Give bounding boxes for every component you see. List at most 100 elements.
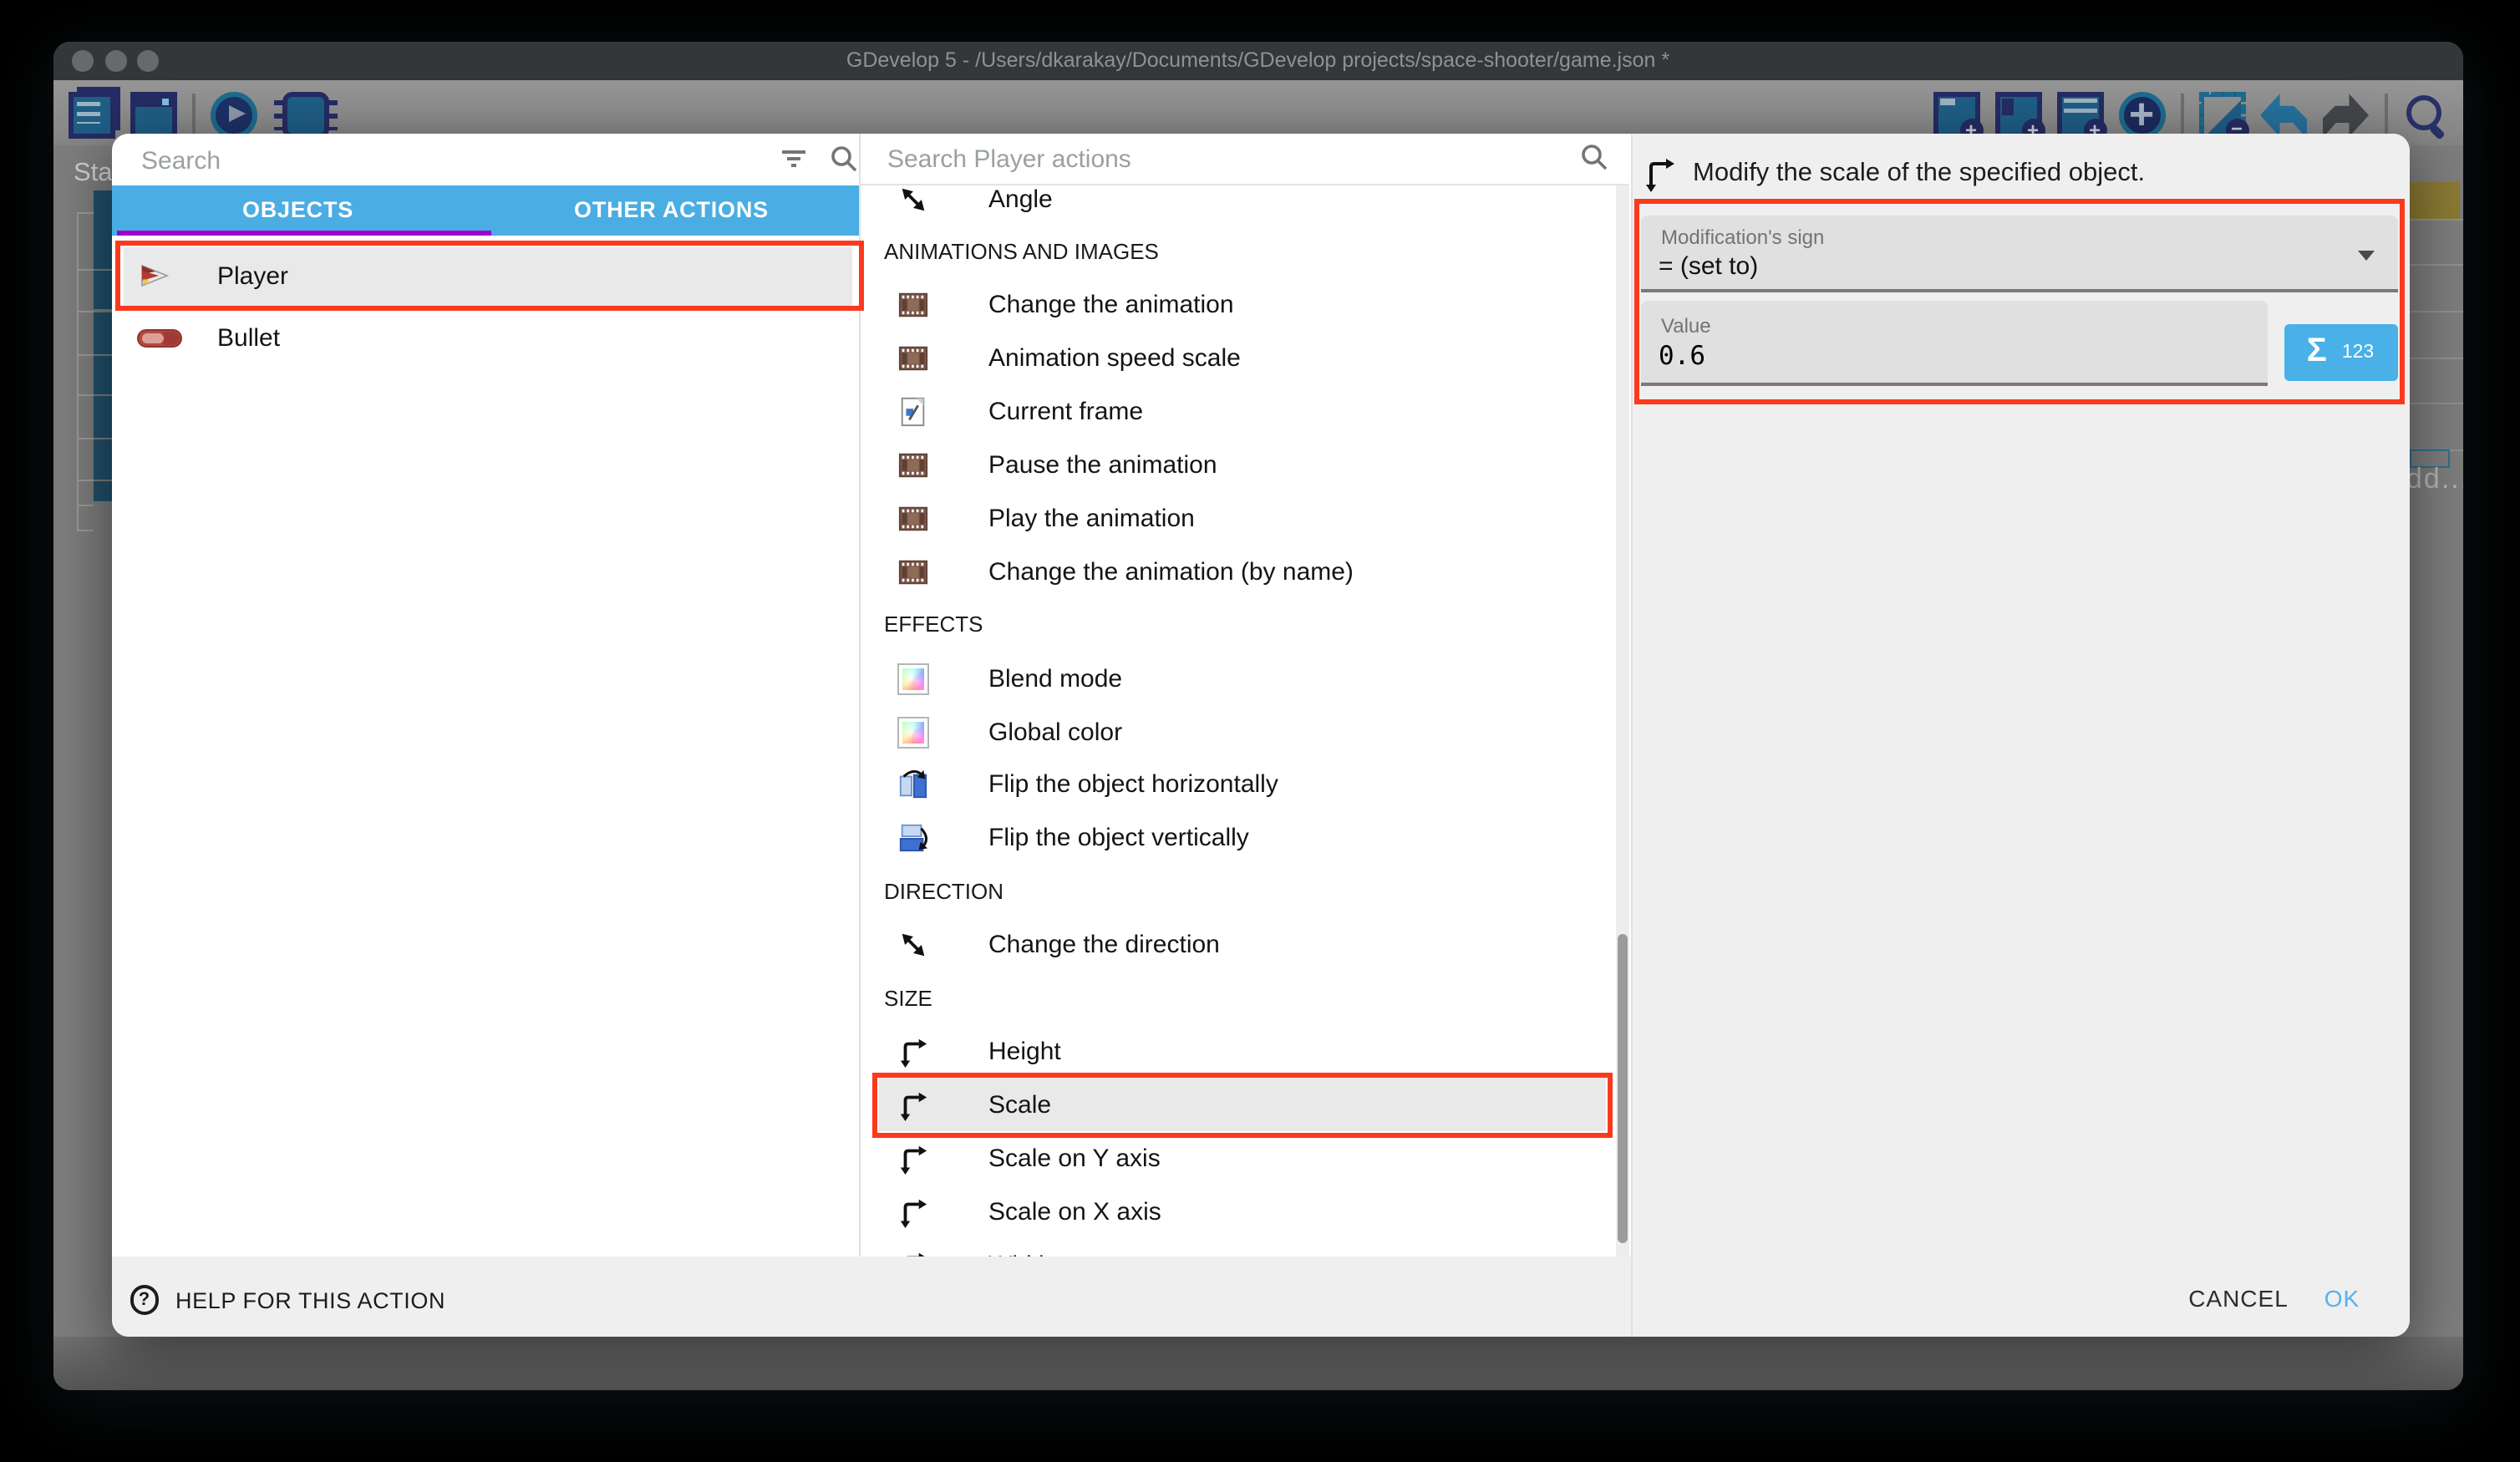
- help-button-label: HELP FOR THIS ACTION: [175, 1287, 445, 1312]
- action-item-label: Width: [988, 1251, 1053, 1256]
- add-external-events-icon[interactable]: [1994, 92, 2041, 139]
- expression-123-badge: 123: [2342, 343, 2374, 363]
- tab-other-actions[interactable]: OTHER ACTIONS: [485, 185, 858, 236]
- action-section-header: DIRECTION: [859, 865, 1629, 918]
- action-section-header: EFFECTS: [859, 598, 1629, 652]
- action-item-label: Angle: [988, 185, 1053, 213]
- value-input[interactable]: Value 0.6: [1640, 301, 2268, 386]
- color-palette-icon: [897, 716, 928, 748]
- help-button[interactable]: ? HELP FOR THIS ACTION: [130, 1285, 445, 1315]
- scale-corner-arrow-icon: [897, 1089, 928, 1121]
- angle-diagonal-arrow-icon: [897, 929, 928, 961]
- action-item[interactable]: Animation speed scale: [859, 332, 1629, 385]
- project-manager-icon[interactable]: [69, 92, 115, 139]
- action-item[interactable]: Change the direction: [859, 918, 1629, 972]
- action-item[interactable]: Blend mode: [859, 652, 1629, 705]
- paste-icon[interactable]: [2198, 92, 2245, 139]
- actions-search-input[interactable]: [884, 134, 1492, 185]
- debug-icon[interactable]: [282, 92, 329, 139]
- modification-sign-label: Modification's sign: [1661, 225, 1824, 248]
- action-item-label: Height: [988, 1038, 1061, 1066]
- undo-icon[interactable]: [2260, 92, 2307, 139]
- scale-corner-arrow-icon: [897, 1036, 928, 1068]
- action-item[interactable]: Pause the animation: [859, 439, 1629, 492]
- action-item[interactable]: Height: [859, 1025, 1629, 1079]
- action-item-label: Flip the object vertically: [988, 825, 1249, 853]
- action-section-header: SIZE: [859, 972, 1629, 1025]
- action-editor-dialog: OBJECTS OTHER ACTIONS Player: [111, 134, 2410, 1337]
- action-item[interactable]: Flip the object vertically: [859, 812, 1629, 866]
- action-item[interactable]: Scale: [859, 1079, 1629, 1132]
- action-item-label: Global color: [988, 718, 1122, 746]
- film-strip-icon: [897, 290, 928, 322]
- search-icon[interactable]: [2402, 92, 2449, 139]
- window-bottom-area: [53, 1337, 2462, 1389]
- flip-vertical-icon: [897, 823, 928, 855]
- action-item-label: Change the direction: [988, 931, 1220, 959]
- angle-diagonal-arrow-icon: [897, 185, 928, 215]
- add-scene-icon[interactable]: [1933, 92, 1979, 139]
- action-item[interactable]: Global color: [859, 705, 1629, 759]
- help-icon: ?: [130, 1286, 159, 1315]
- action-item[interactable]: Change the animation (by name): [859, 546, 1629, 599]
- active-tab-indicator: [116, 230, 491, 236]
- action-item[interactable]: Width: [859, 1238, 1629, 1256]
- search-icon[interactable]: [1579, 142, 1609, 172]
- actions-search-bar: [859, 134, 1629, 185]
- action-item[interactable]: Flip the object horizontally: [859, 759, 1629, 812]
- scene-editor-icon[interactable]: [130, 92, 177, 139]
- toolbar-separator: [2384, 94, 2387, 137]
- objects-search-input[interactable]: [138, 134, 771, 187]
- chevron-down-icon[interactable]: [2357, 251, 2374, 261]
- action-item-label: Current frame: [988, 398, 1143, 426]
- search-icon[interactable]: [828, 144, 858, 174]
- object-row-player[interactable]: Player: [124, 246, 852, 305]
- screen: GDevelop 5 - /Users/dkarakay/Documents/G…: [0, 0, 2520, 1462]
- object-row-bullet[interactable]: Bullet: [124, 311, 852, 364]
- action-item-label: Change the animation (by name): [988, 558, 1354, 586]
- play-icon[interactable]: [211, 92, 257, 139]
- action-item[interactable]: Scale on Y axis: [859, 1131, 1629, 1185]
- action-item[interactable]: Current frame: [859, 385, 1629, 439]
- film-strip-icon: [897, 343, 928, 374]
- color-palette-icon: [897, 662, 928, 694]
- object-name: Player: [217, 261, 288, 290]
- action-item[interactable]: Angle: [859, 185, 1629, 226]
- left-panel-tabs: OBJECTS OTHER ACTIONS: [111, 185, 858, 236]
- ok-button[interactable]: OK: [2314, 1285, 2370, 1312]
- action-item[interactable]: Play the animation: [859, 492, 1629, 546]
- action-item-label: Scale on Y axis: [988, 1144, 1161, 1172]
- scale-corner-arrow-icon: [897, 1142, 928, 1174]
- toolbar-separator: [2180, 94, 2183, 137]
- modification-sign-select[interactable]: Modification's sign = (set to): [1640, 215, 2397, 292]
- tab-objects[interactable]: OBJECTS: [111, 185, 485, 236]
- action-item[interactable]: Change the animation: [859, 279, 1629, 333]
- actions-scrollbar-thumb[interactable]: [1618, 933, 1627, 1242]
- scale-corner-arrow-icon: [897, 1249, 928, 1256]
- expression-builder-button[interactable]: Σ 123: [2284, 324, 2397, 380]
- action-item-label: Animation speed scale: [988, 344, 1241, 373]
- current-frame-icon: [897, 396, 928, 428]
- action-item-label: Play the animation: [988, 505, 1195, 533]
- event-block: [94, 190, 111, 231]
- action-item-label: Change the animation: [988, 292, 1234, 320]
- action-section-header: ANIMATIONS AND IMAGES: [859, 226, 1629, 279]
- add-resource-icon[interactable]: [2118, 92, 2165, 139]
- actions-list: Angle ANIMATIONS AND IMAGES: [859, 185, 1629, 1256]
- object-name: Bullet: [217, 323, 280, 352]
- redo-icon[interactable]: [2322, 92, 2369, 139]
- bullet-icon: [137, 328, 182, 347]
- spaceship-icon: [137, 259, 172, 292]
- value-text: 0.6: [1659, 341, 1705, 371]
- action-item[interactable]: Scale on X axis: [859, 1185, 1629, 1238]
- film-strip-icon: [897, 556, 928, 588]
- add-external-layout-icon[interactable]: [2056, 92, 2103, 139]
- modification-sign-value: = (set to): [1659, 251, 1758, 280]
- toolbar-separator: [192, 94, 196, 137]
- value-label: Value: [1661, 313, 1711, 337]
- cancel-button[interactable]: CANCEL: [2180, 1285, 2297, 1312]
- filter-icon[interactable]: [778, 144, 808, 174]
- sigma-icon: Σ: [2307, 333, 2327, 372]
- action-item-label: Pause the animation: [988, 451, 1217, 480]
- film-strip-icon: [897, 449, 928, 481]
